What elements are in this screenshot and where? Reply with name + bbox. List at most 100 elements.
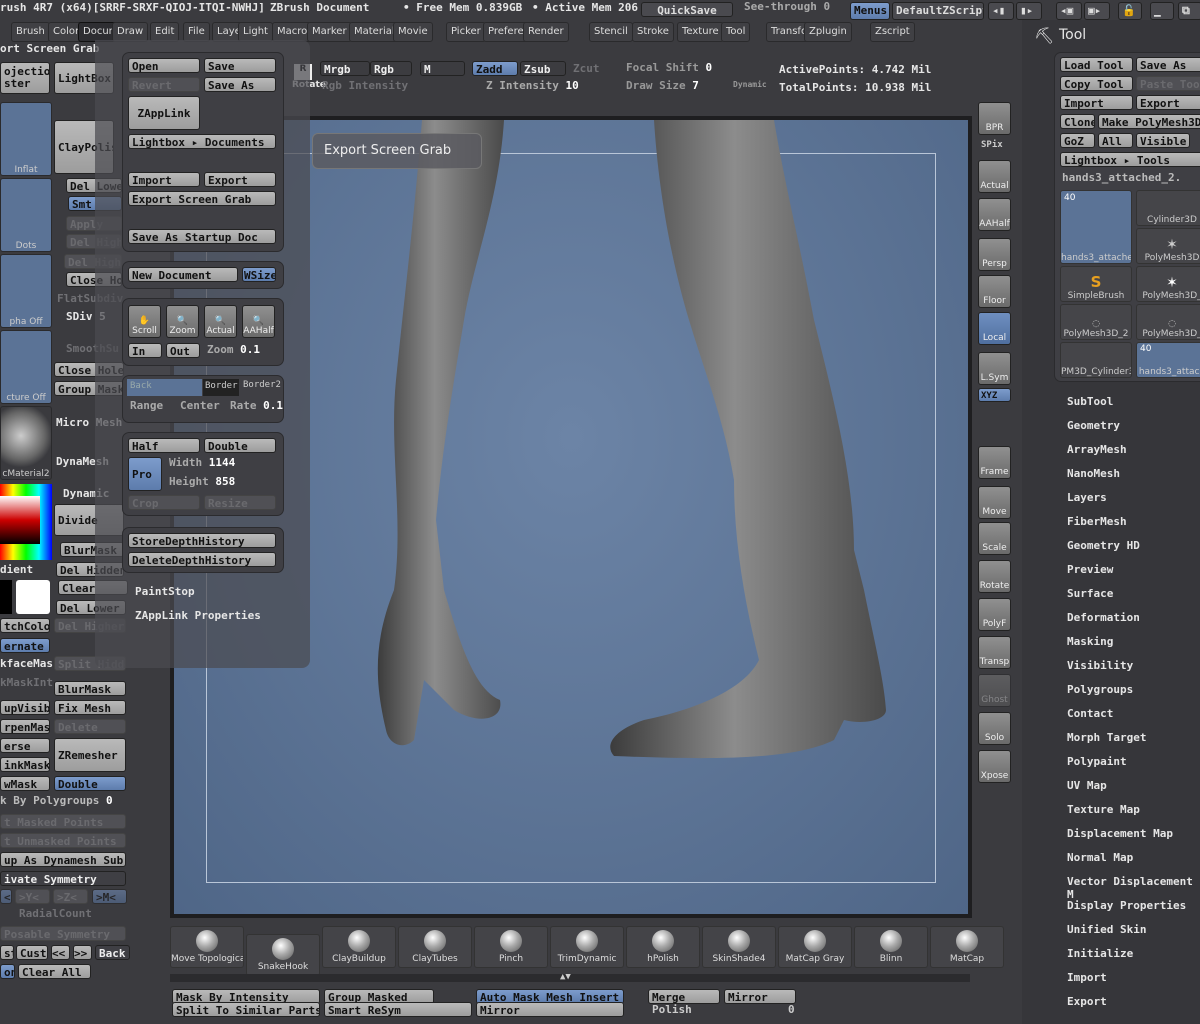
scroll-button[interactable]: ✋ Scroll (128, 305, 161, 338)
move-button[interactable]: Move (978, 486, 1011, 519)
transp-button[interactable]: Transp (978, 636, 1011, 669)
mirror-insert-button[interactable]: Mirror (476, 1002, 624, 1017)
make-polymesh3d-button[interactable]: Make PolyMesh3D (1098, 114, 1200, 129)
tool-section-subtool[interactable]: SubTool (1067, 395, 1113, 408)
menu-zplugin[interactable]: Zplugin (804, 22, 852, 42)
tool-tile[interactable]: Cylinder3D (1136, 190, 1200, 226)
menu-texture[interactable]: Texture (677, 22, 724, 42)
center-slider[interactable]: Center (180, 399, 220, 412)
select-masked-points-button[interactable]: t Masked Points (0, 814, 126, 829)
tool-section-polygroups[interactable]: Polygroups (1067, 683, 1133, 696)
tool-tile[interactable]: ◌ PolyMesh3D_2 (1060, 304, 1132, 340)
shelf-divider[interactable]: ▲▼ (170, 972, 970, 982)
tool-section-surface[interactable]: Surface (1067, 587, 1113, 600)
alpha-thumbnail[interactable]: pha Off (0, 254, 52, 328)
solo-button[interactable]: Solo (978, 712, 1011, 745)
local-button[interactable]: Local (978, 312, 1011, 345)
brush-slot[interactable]: Move Topologica (170, 926, 244, 968)
menu-zscript[interactable]: Zscript (870, 22, 915, 42)
mrgb-button[interactable]: Mrgb (320, 61, 370, 76)
tool-section-export[interactable]: Export (1067, 995, 1107, 1008)
zoom-slider[interactable]: Zoom 0.1 (207, 343, 260, 356)
goz-button[interactable]: GoZ (1060, 133, 1095, 148)
color-picker[interactable] (0, 484, 52, 560)
tool-section-displacement-map[interactable]: Displacement Map (1067, 827, 1173, 840)
tool-tile[interactable]: ✶ PolyMesh3D (1136, 228, 1200, 264)
lightbox-tools-button[interactable]: Lightbox ▸ Tools (1060, 152, 1200, 167)
clear-all-button[interactable]: Clear All (18, 964, 91, 979)
tool-section-masking[interactable]: Masking (1067, 635, 1113, 648)
new-document-button[interactable]: New Document (128, 267, 238, 282)
export-button[interactable]: Export (204, 172, 276, 187)
switchcolor-button[interactable]: tchColor (0, 618, 50, 633)
stroke-thumbnail[interactable]: Dots (0, 178, 52, 252)
tool-tile[interactable]: 40 hands3_attach (1136, 342, 1200, 378)
select-unmasked-points-button[interactable]: t Unmasked Points (0, 833, 126, 848)
backfacemask-toggle[interactable]: kfaceMas (0, 657, 53, 670)
tool-section-initialize[interactable]: Initialize (1067, 947, 1133, 960)
sharpenmask-button[interactable]: rpenMas (0, 719, 50, 734)
menu-stroke[interactable]: Stroke (632, 22, 674, 42)
xpose-button[interactable]: Xpose (978, 750, 1011, 783)
xyz-button[interactable]: XYZ (978, 388, 1011, 402)
delete-depth-history-button[interactable]: DeleteDepthHistory (128, 552, 276, 567)
zapplink-properties-submenu[interactable]: ZAppLink Properties (135, 609, 261, 622)
scale-button[interactable]: Scale (978, 522, 1011, 555)
tool-section-layers[interactable]: Layers (1067, 491, 1107, 504)
lightbox-documents-button[interactable]: Lightbox ▸ Documents (128, 134, 276, 149)
menu-stencil[interactable]: Stencil (589, 22, 633, 42)
width-slider[interactable]: Width 1144 (169, 456, 235, 469)
rotate-button[interactable]: Rotate (978, 560, 1011, 593)
tool-section-texture-map[interactable]: Texture Map (1067, 803, 1140, 816)
mask-by-polygroups-slider[interactable]: k By Polygroups 0 (0, 794, 113, 807)
tool-section-fibermesh[interactable]: FiberMesh (1067, 515, 1127, 528)
sym-x-button[interactable]: < (0, 889, 12, 904)
tool-section-morph-target[interactable]: Morph Target (1067, 731, 1146, 744)
tool-section-vector-displacement-m[interactable]: Vector Displacement M (1067, 875, 1200, 901)
rgb-button[interactable]: Rgb (370, 61, 412, 76)
menu-brush[interactable]: Brush (11, 22, 50, 42)
texture-thumbnail[interactable]: cture Off (0, 330, 52, 404)
brush-slot[interactable]: TrimDynamic (550, 926, 624, 968)
inverse-button[interactable]: erse (0, 738, 50, 753)
tool-tile[interactable]: PM3D_Cylinder3 (1060, 342, 1132, 378)
border2-color-swatch[interactable]: Border2 (243, 380, 281, 390)
back-color-swatch[interactable]: Back (127, 379, 202, 396)
save-button[interactable]: Save (204, 58, 276, 73)
sym-m-button[interactable]: >M< (92, 889, 127, 904)
revert-button[interactable]: Revert (128, 77, 200, 92)
mirror-button[interactable]: Mirror (724, 989, 796, 1004)
menu-movie[interactable]: Movie (393, 22, 433, 42)
paste-tool-button[interactable]: Paste Tool (1136, 76, 1200, 91)
aahalf-button[interactable]: AAHalf (978, 198, 1011, 231)
menu-light[interactable]: Light (238, 22, 273, 42)
backmaskint-slider[interactable]: kMaskInt (0, 676, 53, 689)
save-as-tool-button[interactable]: Save As (1136, 57, 1200, 72)
all-button[interactable]: All (1098, 133, 1133, 148)
tool-section-contact[interactable]: Contact (1067, 707, 1113, 720)
copy-tool-button[interactable]: Copy Tool (1060, 76, 1133, 91)
material-thumbnail[interactable]: cMaterial2 (0, 406, 52, 480)
tool-section-geometry-hd[interactable]: Geometry HD (1067, 539, 1140, 552)
bpr-button[interactable]: BPR (978, 102, 1011, 135)
tool-section-unified-skin[interactable]: Unified Skin (1067, 923, 1146, 936)
next-button[interactable]: >> (73, 945, 92, 960)
color-square[interactable] (0, 496, 40, 544)
store-depth-history-button[interactable]: StoreDepthHistory (128, 533, 276, 548)
restore-icon[interactable]: ⧉ (1178, 2, 1200, 20)
tool-section-import[interactable]: Import (1067, 971, 1107, 984)
aahalf-button[interactable]: 🔍 AAHalf (242, 305, 275, 338)
menu-file[interactable]: File (183, 22, 210, 42)
tool-section-deformation[interactable]: Deformation (1067, 611, 1140, 624)
tool-section-uv-map[interactable]: UV Map (1067, 779, 1107, 792)
brush-slot[interactable]: Pinch (474, 926, 548, 968)
collapse-arrows-icon[interactable]: ▲▼ (560, 972, 571, 982)
m-button[interactable]: M (420, 61, 465, 76)
rate-slider[interactable]: Rate 0.1 (230, 399, 283, 412)
fix-mesh-button[interactable]: Fix Mesh (54, 700, 126, 715)
back-button[interactable]: Back (95, 945, 130, 960)
brush-slot[interactable]: SnakeHook (246, 934, 320, 976)
main-color-swatch[interactable] (0, 580, 12, 614)
groupvisible-button[interactable]: upVisible (0, 700, 50, 715)
polish-slider[interactable]: Polish (652, 1003, 692, 1016)
